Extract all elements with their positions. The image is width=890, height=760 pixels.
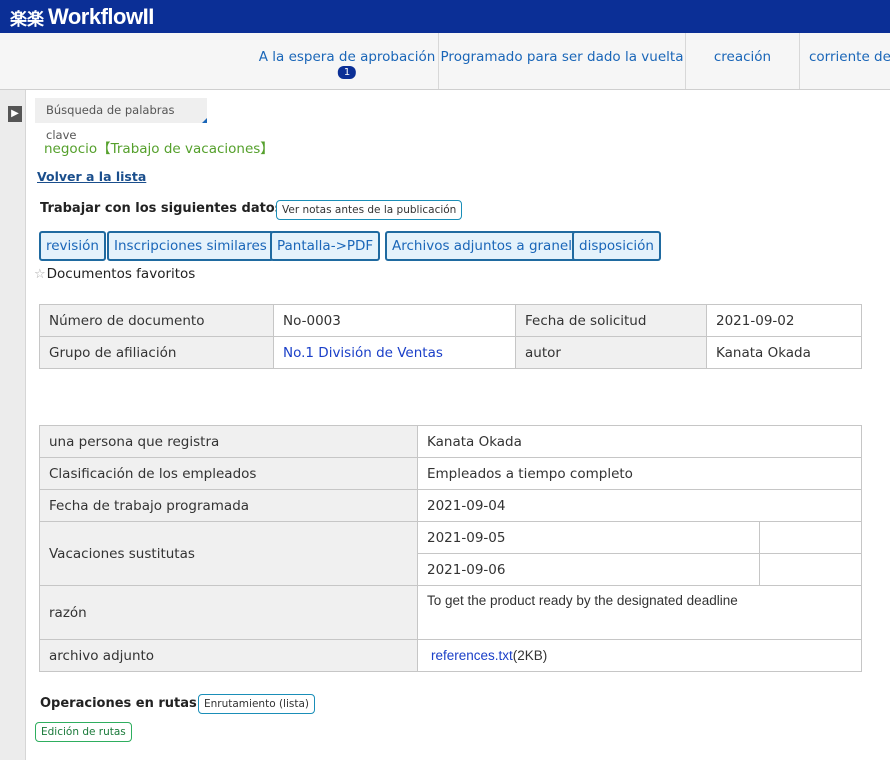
route-edit-button[interactable]: Edición de rutas xyxy=(35,722,132,742)
reason-value: To get the product ready by the designat… xyxy=(417,585,862,640)
expand-sidebar-icon[interactable]: ▶ xyxy=(8,106,22,122)
tab-current[interactable]: corriente de xyxy=(799,33,890,89)
attachment-label: archivo adjunto xyxy=(39,639,418,672)
table-row: archivo adjunto references.txt(2KB) xyxy=(39,639,862,672)
reason-label: razón xyxy=(39,585,418,640)
screen-to-pdf-button[interactable]: Pantalla->PDF xyxy=(270,231,381,261)
similar-entries-button[interactable]: Inscripciones similares xyxy=(107,231,274,261)
view-notes-button[interactable]: Ver notas antes de la publicación xyxy=(276,200,463,220)
doc-number-value: No-0003 xyxy=(273,304,516,337)
registrant-label: una persona que registra xyxy=(39,425,418,458)
scheduled-work-date-value: 2021-09-04 xyxy=(417,489,862,522)
tab-label: Programado para ser dado la vuelta xyxy=(440,49,684,65)
corner-triangle-icon xyxy=(202,118,207,123)
revision-button[interactable]: revisión xyxy=(39,231,106,261)
keyword-search-tab[interactable]: Búsqueda de palabras clave xyxy=(35,98,207,142)
author-value: Kanata Okada xyxy=(706,336,862,369)
request-date-value: 2021-09-02 xyxy=(706,304,862,337)
tab-label: creación xyxy=(713,49,772,65)
table-row: razón To get the product ready by the de… xyxy=(39,585,862,640)
logo-text: WorkflowII xyxy=(48,4,154,29)
work-with-label: Trabajar con los siguientes datos: xyxy=(40,201,288,216)
table-row: Clasificación de los empleados Empleados… xyxy=(39,457,862,490)
pending-count-badge: 1 xyxy=(337,66,357,79)
substitute-vacation-date-1: 2021-09-05 xyxy=(417,521,760,554)
tab-label: corriente de xyxy=(809,49,890,65)
employee-classification-label: Clasificación de los empleados xyxy=(39,457,418,490)
page-title: negocio【Trabajo de vacaciones】 xyxy=(44,141,274,157)
disposition-button[interactable]: disposición xyxy=(572,231,661,261)
routing-list-button[interactable]: Enrutamiento (lista) xyxy=(198,694,315,714)
registrant-value: Kanata Okada xyxy=(417,425,862,458)
table-row: Número de documento No-0003 Fecha de sol… xyxy=(39,304,862,337)
document-detail-table: una persona que registra Kanata Okada Cl… xyxy=(39,425,862,672)
substitute-vacation-extra-2 xyxy=(759,553,862,586)
author-label: autor xyxy=(515,336,707,369)
left-sidebar xyxy=(0,90,26,760)
affiliation-group-link[interactable]: No.1 División de Ventas xyxy=(283,345,443,361)
nav-bar: A la espera de aprobación 1 Programado p… xyxy=(0,33,890,90)
route-operations-label: Operaciones en rutas: xyxy=(40,696,202,711)
table-row: Fecha de trabajo programada 2021-09-04 xyxy=(39,489,862,522)
table-row: una persona que registra Kanata Okada xyxy=(39,425,862,458)
logo-kanji: 楽楽 xyxy=(10,9,44,30)
affiliation-group-label: Grupo de afiliación xyxy=(39,336,274,369)
table-row: Vacaciones sustitutas 2021-09-05 xyxy=(39,521,862,586)
scheduled-work-date-label: Fecha de trabajo programada xyxy=(39,489,418,522)
tab-awaiting-approval[interactable]: A la espera de aprobación 1 xyxy=(256,33,438,89)
table-row: Grupo de afiliación No.1 División de Ven… xyxy=(39,336,862,369)
app-logo[interactable]: 楽楽 WorkflowII xyxy=(10,4,154,30)
document-header-table: Número de documento No-0003 Fecha de sol… xyxy=(39,304,862,369)
bulk-attachments-button[interactable]: Archivos adjuntos a granel xyxy=(385,231,579,261)
star-outline-icon[interactable]: ☆ xyxy=(34,267,46,282)
attachment-file-link[interactable]: references.txt xyxy=(431,648,513,663)
favorites-label: Documentos favoritos xyxy=(46,266,196,282)
tab-creation[interactable]: creación xyxy=(685,33,799,89)
substitute-vacation-date-2: 2021-09-06 xyxy=(417,553,760,586)
favorites-toggle[interactable]: ☆ Documentos favoritos xyxy=(34,266,195,282)
substitute-vacation-label: Vacaciones sustitutas xyxy=(39,521,418,586)
top-bar: 楽楽 WorkflowII xyxy=(0,0,890,33)
attachment-cell: references.txt(2KB) xyxy=(417,639,862,672)
substitute-vacation-extra-1 xyxy=(759,521,862,554)
request-date-label: Fecha de solicitud xyxy=(515,304,707,337)
employee-classification-value: Empleados a tiempo completo xyxy=(417,457,862,490)
attachment-size: (2KB) xyxy=(512,648,548,663)
affiliation-group-cell: No.1 División de Ventas xyxy=(273,336,516,369)
back-to-list-link[interactable]: Volver a la lista xyxy=(37,169,146,184)
doc-number-label: Número de documento xyxy=(39,304,274,337)
tab-scheduled-return[interactable]: Programado para ser dado la vuelta xyxy=(438,33,685,89)
